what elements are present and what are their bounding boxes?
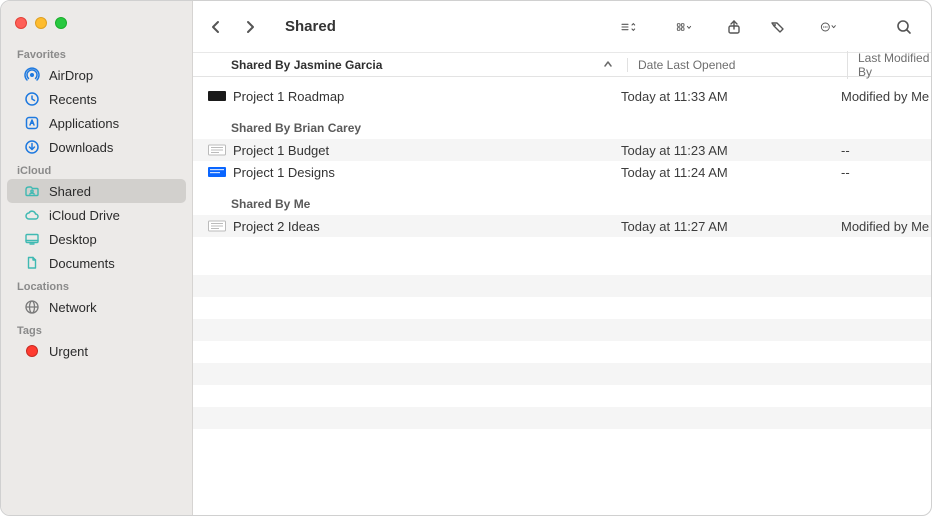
sidebar-item-icloud-drive[interactable]: iCloud Drive [7, 203, 186, 227]
view-mode-button[interactable] [607, 14, 649, 40]
sidebar-item-label: Network [49, 300, 97, 315]
downloads-icon [23, 138, 41, 156]
file-date: Today at 11:27 AM [621, 219, 841, 234]
sidebar-item-label: Documents [49, 256, 115, 271]
empty-row [193, 275, 931, 297]
empty-rows [193, 237, 931, 429]
sidebar-heading: Tags [1, 319, 192, 339]
window-controls [1, 7, 192, 43]
sidebar-item-label: Applications [49, 116, 119, 131]
file-list: Project 1 RoadmapToday at 11:33 AMModifi… [193, 77, 931, 515]
empty-row [193, 363, 931, 385]
sidebar-item-recents[interactable]: Recents [7, 87, 186, 111]
sidebar-item-shared[interactable]: Shared [7, 179, 186, 203]
sidebar-item-network[interactable]: Network [7, 295, 186, 319]
empty-row [193, 341, 931, 363]
file-date: Today at 11:33 AM [621, 89, 841, 104]
nav-back-button[interactable] [201, 14, 231, 40]
file-row[interactable]: Project 1 Roadmap Today at 11:33 AMModifi… [193, 85, 931, 107]
sidebar-item-label: Downloads [49, 140, 113, 155]
sidebar-item-label: iCloud Drive [49, 208, 120, 223]
columns-header: Shared By Jasmine Garcia Date Last Opene… [193, 53, 931, 77]
column-header-name[interactable]: Shared By Jasmine Garcia [231, 58, 627, 72]
file-date: Today at 11:24 AM [621, 165, 841, 180]
column-header-date[interactable]: Date Last Opened [627, 58, 847, 72]
tags-button[interactable] [763, 14, 793, 40]
file-row[interactable]: Project 1 Designs Today at 11:24 AM-- [193, 161, 931, 183]
main-pane: Shared [193, 1, 931, 515]
sidebar-item-label: Recents [49, 92, 97, 107]
file-icon [207, 165, 227, 179]
recents-icon [23, 90, 41, 108]
sidebar-item-airdrop[interactable]: AirDrop [7, 63, 186, 87]
sidebar-heading: iCloud [1, 159, 192, 179]
file-row[interactable]: Project 2 Ideas Today at 11:27 AMModified… [193, 215, 931, 237]
toolbar: Shared [193, 1, 931, 53]
empty-row [193, 319, 931, 341]
sidebar-heading: Locations [1, 275, 192, 295]
sidebar-item-label: Desktop [49, 232, 97, 247]
file-modified-by: -- [841, 165, 931, 180]
group-heading: Shared By Me [193, 183, 931, 215]
cloud-icon [23, 206, 41, 224]
applications-icon [23, 114, 41, 132]
airdrop-icon [23, 66, 41, 84]
empty-row [193, 385, 931, 407]
window-title: Shared [281, 18, 336, 35]
group-by-button[interactable] [663, 14, 705, 40]
sidebar-item-downloads[interactable]: Downloads [7, 135, 186, 159]
file-modified-by: Modified by Me [841, 219, 931, 234]
sidebar-item-label: AirDrop [49, 68, 93, 83]
file-icon [207, 219, 227, 233]
file-name: Project 1 Budget [233, 143, 329, 158]
file-name: Project 2 Ideas [233, 219, 320, 234]
sort-ascending-icon [603, 58, 613, 72]
sidebar-item-urgent[interactable]: Urgent [7, 339, 186, 363]
close-window-button[interactable] [15, 17, 27, 29]
nav-forward-button[interactable] [235, 14, 265, 40]
column-header-name-label: Shared By Jasmine Garcia [231, 58, 382, 72]
file-icon [207, 143, 227, 157]
more-actions-button[interactable] [807, 14, 849, 40]
desktop-icon [23, 230, 41, 248]
share-button[interactable] [719, 14, 749, 40]
network-icon [23, 298, 41, 316]
minimize-window-button[interactable] [35, 17, 47, 29]
finder-window: Favorites AirDrop Recents Applications Downl… [0, 0, 932, 516]
document-icon [23, 254, 41, 272]
file-icon [207, 89, 227, 103]
file-name: Project 1 Roadmap [233, 89, 344, 104]
fullscreen-window-button[interactable] [55, 17, 67, 29]
sidebar-item-documents[interactable]: Documents [7, 251, 186, 275]
group-heading: Shared By Brian Carey [193, 107, 931, 139]
sidebar-item-applications[interactable]: Applications [7, 111, 186, 135]
column-header-modified[interactable]: Last Modified By [847, 51, 931, 79]
sidebar: Favorites AirDrop Recents Applications Downl… [1, 1, 193, 515]
sidebar-item-label: Urgent [49, 344, 88, 359]
sidebar-item-desktop[interactable]: Desktop [7, 227, 186, 251]
file-name: Project 1 Designs [233, 165, 335, 180]
empty-row [193, 297, 931, 319]
sidebar-heading: Favorites [1, 43, 192, 63]
file-row[interactable]: Project 1 Budget Today at 11:23 AM-- [193, 139, 931, 161]
column-header-modified-label: Last Modified By [858, 51, 931, 79]
file-modified-by: -- [841, 143, 931, 158]
tag-red-icon [23, 342, 41, 360]
shared-icon [23, 182, 41, 200]
sidebar-item-label: Shared [49, 184, 91, 199]
file-modified-by: Modified by Me [841, 89, 931, 104]
empty-row [193, 407, 931, 429]
column-header-date-label: Date Last Opened [638, 58, 735, 72]
file-date: Today at 11:23 AM [621, 143, 841, 158]
empty-row [193, 253, 931, 275]
search-button[interactable] [889, 14, 919, 40]
